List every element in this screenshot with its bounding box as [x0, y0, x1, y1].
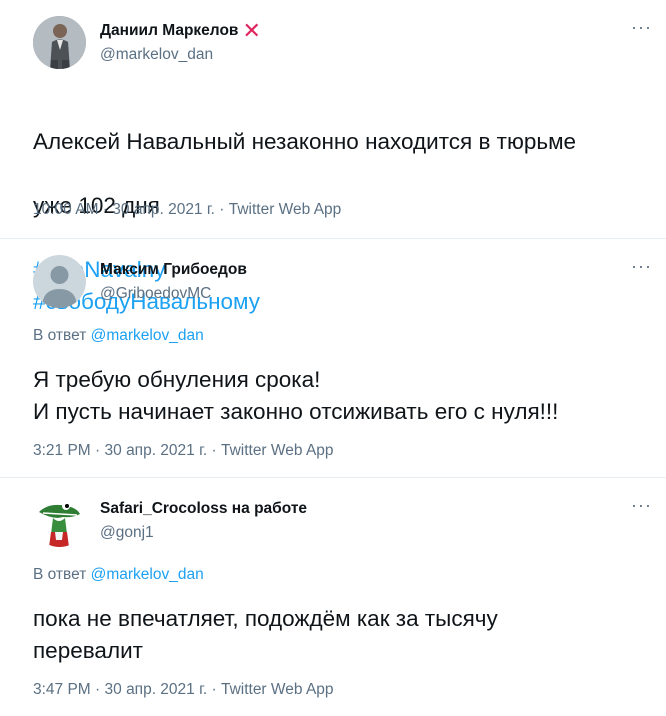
reply-tweet: Safari_Crocoloss на работе @gonj1 ··· В … [0, 478, 666, 716]
tweet-date[interactable]: 30 апр. 2021 г. [105, 681, 208, 698]
tweet-time[interactable]: 3:47 PM [33, 681, 91, 698]
author-name[interactable]: Safari_Crocoloss на работе [100, 500, 307, 518]
tweet-time[interactable]: 3:21 PM [33, 442, 91, 459]
tweet-source-app: Twitter Web App [220, 442, 334, 459]
tweet-text: пока не впечатляет, подождём как за тыся… [33, 606, 498, 663]
author-row: Максим Грибоедов [100, 261, 247, 279]
separator: · [90, 681, 105, 698]
reply-to-line: В ответ @markelov_dan [33, 566, 204, 584]
tweet-text: Я требую обнуления срока! И пусть начина… [33, 367, 559, 424]
reply-prefix: В ответ [33, 566, 91, 583]
author-handle[interactable]: @gonj1 [100, 524, 154, 542]
author-handle[interactable]: @markelov_dan [100, 46, 213, 64]
more-options-icon[interactable]: ··· [631, 496, 652, 514]
avatar-crocodile[interactable] [33, 494, 86, 547]
separator: · [90, 442, 105, 459]
separator: · [207, 442, 221, 459]
tweet-time[interactable]: 10:00 AM [33, 201, 99, 218]
tweet-meta: 3:21 PM · 30 апр. 2021 г. · Twitter Web … [33, 442, 334, 460]
author-row: Safari_Crocoloss на работе [100, 500, 307, 518]
mention-link[interactable]: @markelov_dan [91, 327, 204, 344]
author-name[interactable]: Максим Грибоедов [100, 261, 247, 279]
author-row: Даниил Маркелов ✕ [100, 18, 261, 43]
reply-tweet: Максим Грибоедов @GriboedovMC ··· В отве… [0, 239, 666, 478]
tweet-date[interactable]: 30 апр. 2021 г. [105, 442, 208, 459]
avatar-markelov[interactable] [33, 16, 86, 69]
tweet-date[interactable]: 30 апр. 2021 г. [112, 201, 215, 218]
tweet-meta: 10:00 AM · 30 апр. 2021 г. · Twitter Web… [33, 201, 341, 219]
tweet-meta: 3:47 PM · 30 апр. 2021 г. · Twitter Web … [33, 681, 334, 699]
mention-link[interactable]: @markelov_dan [91, 566, 204, 583]
author-name[interactable]: Даниил Маркелов [100, 22, 238, 40]
more-options-icon[interactable]: ··· [631, 18, 652, 36]
tweet-source-app: Twitter Web App [220, 681, 334, 698]
more-options-icon[interactable]: ··· [631, 257, 652, 275]
avatar-default[interactable] [33, 255, 86, 308]
tweet-text-line1: Алексей Навальный незаконно находится в … [33, 129, 577, 154]
tweet-source-app: Twitter Web App [228, 201, 342, 218]
separator: · [207, 681, 221, 698]
default-profile-icon [33, 255, 86, 308]
reply-prefix: В ответ [33, 327, 91, 344]
crocodile-avatar-icon [33, 494, 86, 547]
separator: · [98, 201, 113, 218]
tweet-main: Даниил Маркелов ✕ @markelov_dan ··· Алек… [0, 0, 666, 314]
avatar-photo-icon [33, 16, 86, 69]
cross-mark-icon: ✕ [242, 18, 261, 43]
author-handle[interactable]: @GriboedovMC [100, 285, 211, 303]
separator: · [214, 201, 229, 218]
reply-to-line: В ответ @markelov_dan [33, 327, 204, 345]
